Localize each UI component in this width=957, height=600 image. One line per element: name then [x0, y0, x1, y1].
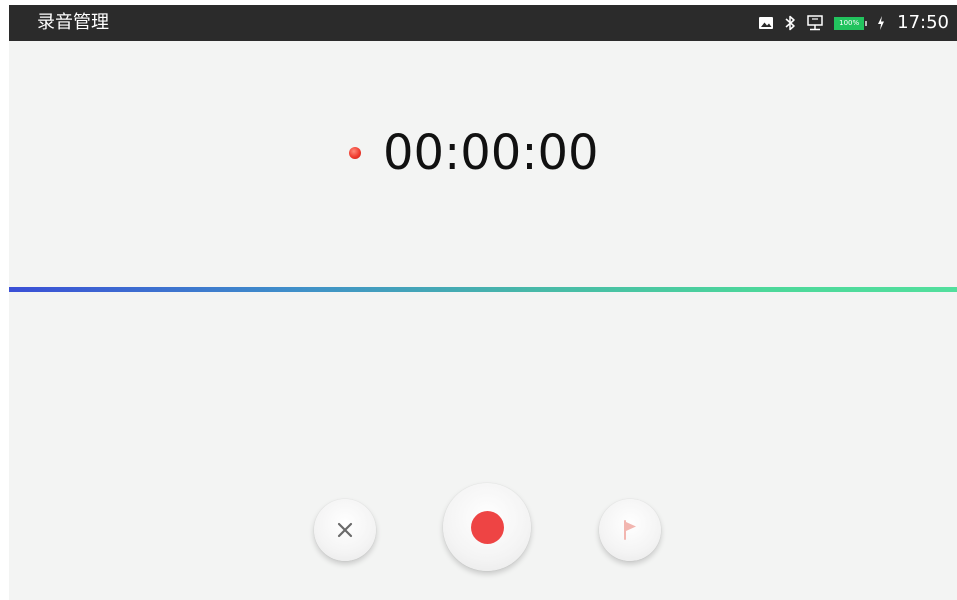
waveform-line — [9, 287, 957, 292]
timer-value: 00:00:00 — [383, 125, 599, 181]
record-button[interactable] — [443, 483, 531, 571]
cancel-button[interactable] — [314, 499, 376, 561]
flag-icon — [621, 519, 639, 541]
recording-controls — [9, 475, 957, 575]
close-icon — [337, 522, 353, 538]
network-icon — [806, 14, 824, 32]
app-title: 录音管理 — [37, 12, 109, 33]
record-icon — [470, 510, 504, 544]
status-icons: 100% 17:50 — [758, 5, 949, 41]
status-clock: 17:50 — [897, 12, 949, 33]
bluetooth-icon — [784, 14, 796, 32]
image-icon — [758, 16, 774, 30]
recording-indicator-icon — [349, 147, 361, 159]
charging-icon — [877, 16, 885, 30]
app-window: 录音管理 100% 17:50 00:00:00 — [9, 5, 957, 600]
mark-button[interactable] — [599, 499, 661, 561]
status-bar: 录音管理 100% 17:50 — [9, 5, 957, 41]
battery-icon: 100% — [834, 16, 868, 30]
recording-timer: 00:00:00 — [349, 123, 599, 183]
battery-level: 100% — [834, 16, 865, 30]
